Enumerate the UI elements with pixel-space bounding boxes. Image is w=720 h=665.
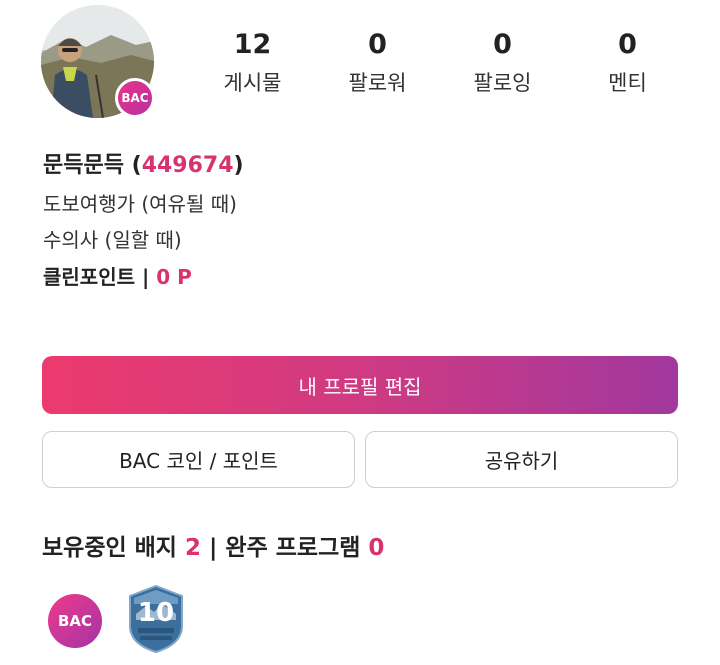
stat-followers-count: 0 <box>368 29 387 60</box>
ten-mountain-shield-badge-icon[interactable]: 10 <box>128 584 184 654</box>
profile-user-id: 449674 <box>141 153 234 178</box>
badges-label: 보유중인 배지 <box>42 535 177 561</box>
stat-posts-label: 게시물 <box>223 71 282 95</box>
profile-stats: 12 게시물 0 팔로워 0 팔로잉 0 멘티 <box>190 28 690 108</box>
profile-name: 문득문득 <box>43 153 124 178</box>
stat-followers-label: 팔로워 <box>348 71 407 95</box>
bac-logo-badge-icon[interactable]: BAC <box>48 594 102 648</box>
badges-heading: 보유중인 배지 2 | 완주 프로그램 0 <box>42 535 385 561</box>
profile-avatar[interactable]: BAC <box>41 5 155 118</box>
profile-bio-line-2: 수의사 (일할 때) <box>43 228 182 252</box>
profile-name-line: 문득문득 (449674) <box>43 153 244 178</box>
programs-label: 완주 프로그램 <box>225 535 361 561</box>
stat-following[interactable]: 0 팔로잉 <box>440 28 565 108</box>
profile-bio-line-1: 도보여행가 (여유될 때) <box>43 192 237 216</box>
clean-point-label: 클린포인트 <box>43 265 135 289</box>
stat-followers[interactable]: 0 팔로워 <box>315 28 440 108</box>
stat-posts[interactable]: 12 게시물 <box>190 28 315 108</box>
edit-profile-button[interactable]: 내 프로필 편집 <box>42 356 678 414</box>
shield-badge-number: 10 <box>137 598 175 628</box>
stat-following-label: 팔로잉 <box>473 71 532 95</box>
bac-avatar-badge-icon: BAC <box>115 78 155 118</box>
stat-following-count: 0 <box>493 29 512 60</box>
coin-point-button[interactable]: BAC 코인 / 포인트 <box>42 431 355 488</box>
stat-mentees[interactable]: 0 멘티 <box>565 28 690 108</box>
badges-count: 2 <box>184 535 201 561</box>
stat-mentees-count: 0 <box>618 29 637 60</box>
stat-mentees-label: 멘티 <box>608 71 647 95</box>
stat-posts-count: 12 <box>233 29 272 60</box>
clean-point-value: 0 P <box>156 265 192 289</box>
clean-point-line: 클린포인트 | 0 P <box>43 265 192 289</box>
share-button[interactable]: 공유하기 <box>365 431 678 488</box>
programs-count: 0 <box>368 535 385 561</box>
